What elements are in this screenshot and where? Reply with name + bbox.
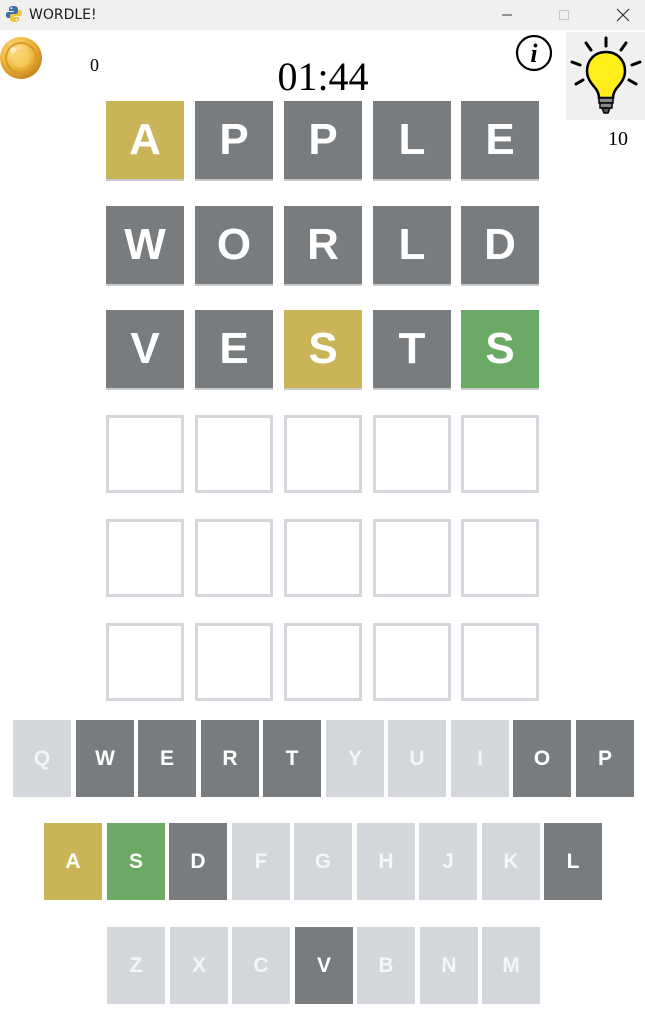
board-tile: W (106, 206, 184, 284)
timer: 01:44 (277, 54, 369, 99)
board-tile (284, 415, 362, 493)
key-p[interactable]: P (576, 720, 634, 797)
key-o[interactable]: O (513, 720, 571, 797)
svg-text:i: i (530, 39, 538, 68)
key-u[interactable]: U (388, 720, 446, 797)
maximize-button[interactable] (535, 0, 593, 30)
board-tile: E (195, 310, 273, 388)
board-tile: P (284, 101, 362, 179)
board-tile: R (284, 206, 362, 284)
board-tile: A (106, 101, 184, 179)
window-title: WORDLE! (29, 7, 97, 23)
key-g[interactable]: G (294, 823, 352, 900)
board-tile: S (284, 310, 362, 388)
board-tile (106, 519, 184, 597)
key-y[interactable]: Y (326, 720, 384, 797)
hint-button[interactable] (566, 32, 645, 120)
board-tile (284, 519, 362, 597)
close-button[interactable] (594, 0, 645, 30)
board-tile: V (106, 310, 184, 388)
board-tile: L (373, 101, 451, 179)
board-tile: S (461, 310, 539, 388)
key-i[interactable]: I (451, 720, 509, 797)
board-tile (195, 519, 273, 597)
key-t[interactable]: T (263, 720, 321, 797)
key-f[interactable]: F (232, 823, 290, 900)
board-tile (195, 415, 273, 493)
board-tile (106, 623, 184, 701)
key-j[interactable]: J (419, 823, 477, 900)
info-icon[interactable]: i (515, 34, 553, 72)
board-tile (461, 415, 539, 493)
board-tile (373, 623, 451, 701)
key-v[interactable]: V (295, 927, 353, 1004)
key-q[interactable]: Q (13, 720, 71, 797)
board-tile: O (195, 206, 273, 284)
key-k[interactable]: K (482, 823, 540, 900)
hint-count: 10 (608, 128, 628, 150)
key-c[interactable]: C (232, 927, 290, 1004)
coin-icon (0, 37, 42, 79)
key-l[interactable]: L (544, 823, 602, 900)
board-tile: L (373, 206, 451, 284)
board-tile (373, 519, 451, 597)
board-tile (195, 623, 273, 701)
lightbulb-icon (570, 36, 642, 114)
board-tile (461, 519, 539, 597)
board-tile (284, 623, 362, 701)
board-tile: T (373, 310, 451, 388)
window-titlebar: WORDLE! (0, 0, 645, 30)
board-tile (106, 415, 184, 493)
python-snake-icon (6, 6, 22, 22)
key-r[interactable]: R (201, 720, 259, 797)
close-icon (616, 8, 630, 22)
key-m[interactable]: M (482, 927, 540, 1004)
minimize-icon (502, 14, 512, 16)
key-x[interactable]: X (170, 927, 228, 1004)
board-tile (461, 623, 539, 701)
key-w[interactable]: W (76, 720, 134, 797)
maximize-icon (559, 10, 569, 20)
board-tile (373, 415, 451, 493)
coin-count: 0 (90, 55, 99, 75)
key-z[interactable]: Z (107, 927, 165, 1004)
board-tile: P (195, 101, 273, 179)
key-s[interactable]: S (107, 823, 165, 900)
key-h[interactable]: H (357, 823, 415, 900)
minimize-button[interactable] (478, 0, 536, 30)
key-b[interactable]: B (357, 927, 415, 1004)
board-tile: D (461, 206, 539, 284)
board-tile: E (461, 101, 539, 179)
key-n[interactable]: N (420, 927, 478, 1004)
key-d[interactable]: D (169, 823, 227, 900)
key-a[interactable]: A (44, 823, 102, 900)
key-e[interactable]: E (138, 720, 196, 797)
